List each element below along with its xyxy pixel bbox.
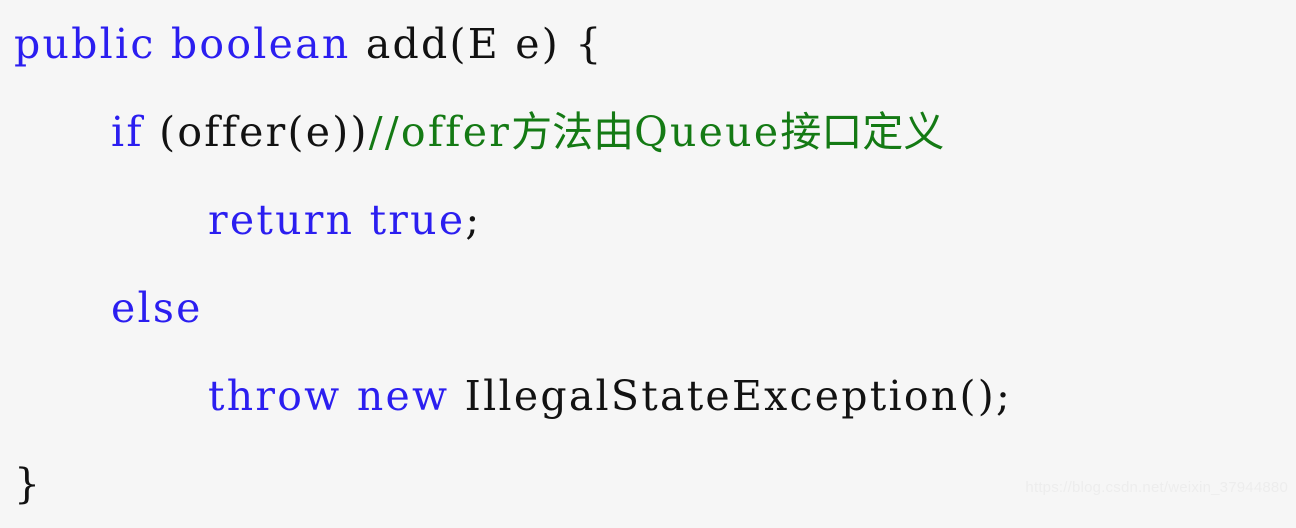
code-token-plain: IllegalStateException();: [449, 372, 1013, 420]
code-token-keyword: else: [111, 284, 203, 332]
code-token-comment-cjk: 接口定义: [780, 108, 945, 156]
code-line: public boolean add(E e) {: [0, 0, 1296, 88]
code-line: return true;: [0, 176, 1296, 264]
code-token-comment: Queue: [634, 108, 781, 156]
code-line: throw new IllegalStateException();: [0, 352, 1296, 440]
code-token-plain: (offer(e)): [143, 108, 369, 156]
code-snippet-figure: public boolean add(E e) {if (offer(e))//…: [0, 0, 1296, 508]
code-token-keyword: throw new: [208, 372, 450, 420]
code-block: public boolean add(E e) {if (offer(e))//…: [0, 0, 1296, 528]
code-token-plain: add(E e) {: [350, 20, 604, 68]
code-token-keyword: public boolean: [14, 20, 351, 68]
watermark-text: https://blog.csdn.net/weixin_37944880: [1025, 479, 1288, 496]
code-token-keyword: if: [111, 108, 144, 156]
code-token-comment-cjk: 方法由: [511, 108, 635, 156]
code-token-plain: ;: [465, 196, 482, 244]
code-line: else: [0, 264, 1296, 352]
code-token-comment: //offer: [368, 108, 512, 156]
code-token-keyword: return true: [208, 196, 466, 244]
code-line: if (offer(e))//offer方法由Queue接口定义: [0, 88, 1296, 176]
code-token-plain: }: [14, 460, 43, 508]
